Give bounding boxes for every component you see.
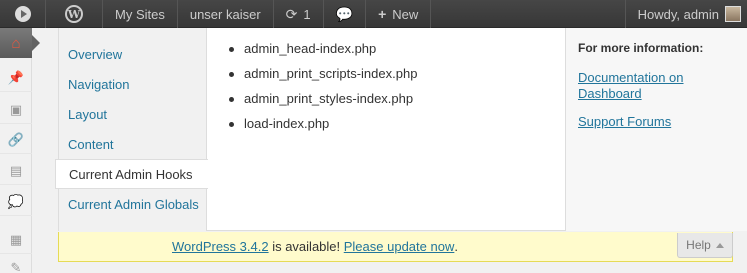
help-tab-navigation[interactable]: Navigation bbox=[59, 69, 207, 99]
admin-bar-toggle[interactable] bbox=[0, 0, 46, 28]
help-sidebar: For more information: Documentation on D… bbox=[565, 28, 747, 231]
documentation-link[interactable]: Documentation on Dashboard bbox=[578, 70, 735, 102]
list-item: load-index.php bbox=[229, 117, 417, 142]
help-tab-content-panel: admin_head-index.php admin_print_scripts… bbox=[229, 42, 417, 142]
help-tab-current-admin-globals[interactable]: Current Admin Globals bbox=[59, 189, 207, 219]
help-tab-label: Overview bbox=[68, 46, 123, 62]
new-content-menu[interactable]: + New bbox=[366, 0, 432, 28]
site-name-label: unser kaiser bbox=[189, 6, 261, 22]
my-sites-menu[interactable]: My Sites bbox=[103, 0, 178, 28]
update-nag-end: . bbox=[454, 239, 458, 254]
link-icon: 🔗 bbox=[7, 131, 25, 147]
wp-logo-menu[interactable]: W bbox=[46, 0, 103, 28]
help-tabs: Overview Navigation Layout Content Curre… bbox=[55, 28, 208, 231]
help-tab-overview[interactable]: Overview bbox=[59, 39, 207, 69]
chevron-up-icon bbox=[715, 242, 724, 248]
list-item: admin_head-index.php bbox=[229, 42, 417, 67]
help-tab-content[interactable]: Content bbox=[59, 129, 207, 159]
admin-bar: W My Sites unser kaiser ⟳ 1 💬 + New Howd… bbox=[0, 0, 747, 28]
play-circle-icon bbox=[14, 6, 31, 22]
menu-item-links[interactable]: 🔗 bbox=[0, 126, 32, 154]
list-item: admin_print_styles-index.php bbox=[229, 92, 417, 117]
new-label: New bbox=[392, 6, 419, 22]
help-button-label: Help bbox=[686, 238, 711, 252]
appearance-icon: ▦ bbox=[9, 231, 23, 247]
update-now-link[interactable]: Please update now bbox=[344, 239, 455, 254]
updates-count: 1 bbox=[303, 6, 311, 22]
wordpress-logo-icon: W bbox=[65, 5, 83, 23]
site-name-menu[interactable]: unser kaiser bbox=[178, 0, 274, 28]
wordpress-version-link[interactable]: WordPress 3.4.2 bbox=[172, 239, 269, 254]
support-forums-link[interactable]: Support Forums bbox=[578, 114, 735, 130]
my-account-menu[interactable]: Howdy, admin bbox=[624, 0, 747, 28]
list-item: admin_print_scripts-index.php bbox=[229, 67, 417, 92]
menu-item-dashboard[interactable]: ⌂ bbox=[0, 28, 40, 58]
howdy-label: Howdy, admin bbox=[637, 6, 719, 22]
contextual-help-panel: Overview Navigation Layout Content Curre… bbox=[55, 28, 747, 231]
help-tab-label: Layout bbox=[68, 106, 108, 122]
pages-icon: ▤ bbox=[9, 162, 23, 178]
help-tab-label: Navigation bbox=[68, 76, 130, 92]
refresh-icon: ⟳ bbox=[285, 5, 298, 22]
avatar bbox=[725, 6, 741, 22]
menu-item-pages[interactable]: ▤ bbox=[0, 157, 32, 185]
menu-item-appearance[interactable]: ▦ bbox=[0, 226, 32, 254]
menu-item-media[interactable]: ▣ bbox=[0, 96, 32, 124]
plus-icon: + bbox=[378, 6, 387, 22]
update-nag-text: is available! bbox=[268, 239, 344, 254]
home-icon: ⌂ bbox=[11, 34, 21, 52]
menu-item-plugins[interactable]: ✎ bbox=[0, 254, 32, 273]
comments-menu[interactable]: 💬 bbox=[324, 0, 367, 28]
pushpin-icon: 📌 bbox=[7, 69, 25, 85]
hooks-list: admin_head-index.php admin_print_scripts… bbox=[229, 42, 417, 142]
menu-item-posts[interactable]: 📌 bbox=[0, 64, 32, 92]
comments-icon: 💭 bbox=[7, 193, 25, 209]
menu-item-comments[interactable]: 💭 bbox=[0, 188, 32, 216]
help-tab-layout[interactable]: Layout bbox=[59, 99, 207, 129]
help-tab-current-admin-hooks[interactable]: Current Admin Hooks bbox=[55, 159, 208, 189]
help-toggle-button[interactable]: Help bbox=[677, 233, 733, 258]
help-tab-label: Content bbox=[68, 136, 114, 152]
help-tab-label: Current Admin Hooks bbox=[69, 166, 193, 182]
help-tab-label: Current Admin Globals bbox=[68, 196, 199, 212]
update-nag: WordPress 3.4.2 is available! Please upd… bbox=[58, 232, 733, 262]
updates-menu[interactable]: ⟳ 1 bbox=[274, 0, 324, 28]
media-icon: ▣ bbox=[9, 101, 23, 117]
help-sidebar-heading: For more information: bbox=[578, 41, 704, 55]
my-sites-label: My Sites bbox=[115, 6, 165, 22]
admin-menu: ⌂ 📌 ▣ 🔗 ▤ 💭 ▦ ✎ bbox=[0, 28, 40, 273]
comment-bubble-icon: 💬 bbox=[335, 5, 354, 22]
plugins-icon: ✎ bbox=[10, 259, 22, 273]
